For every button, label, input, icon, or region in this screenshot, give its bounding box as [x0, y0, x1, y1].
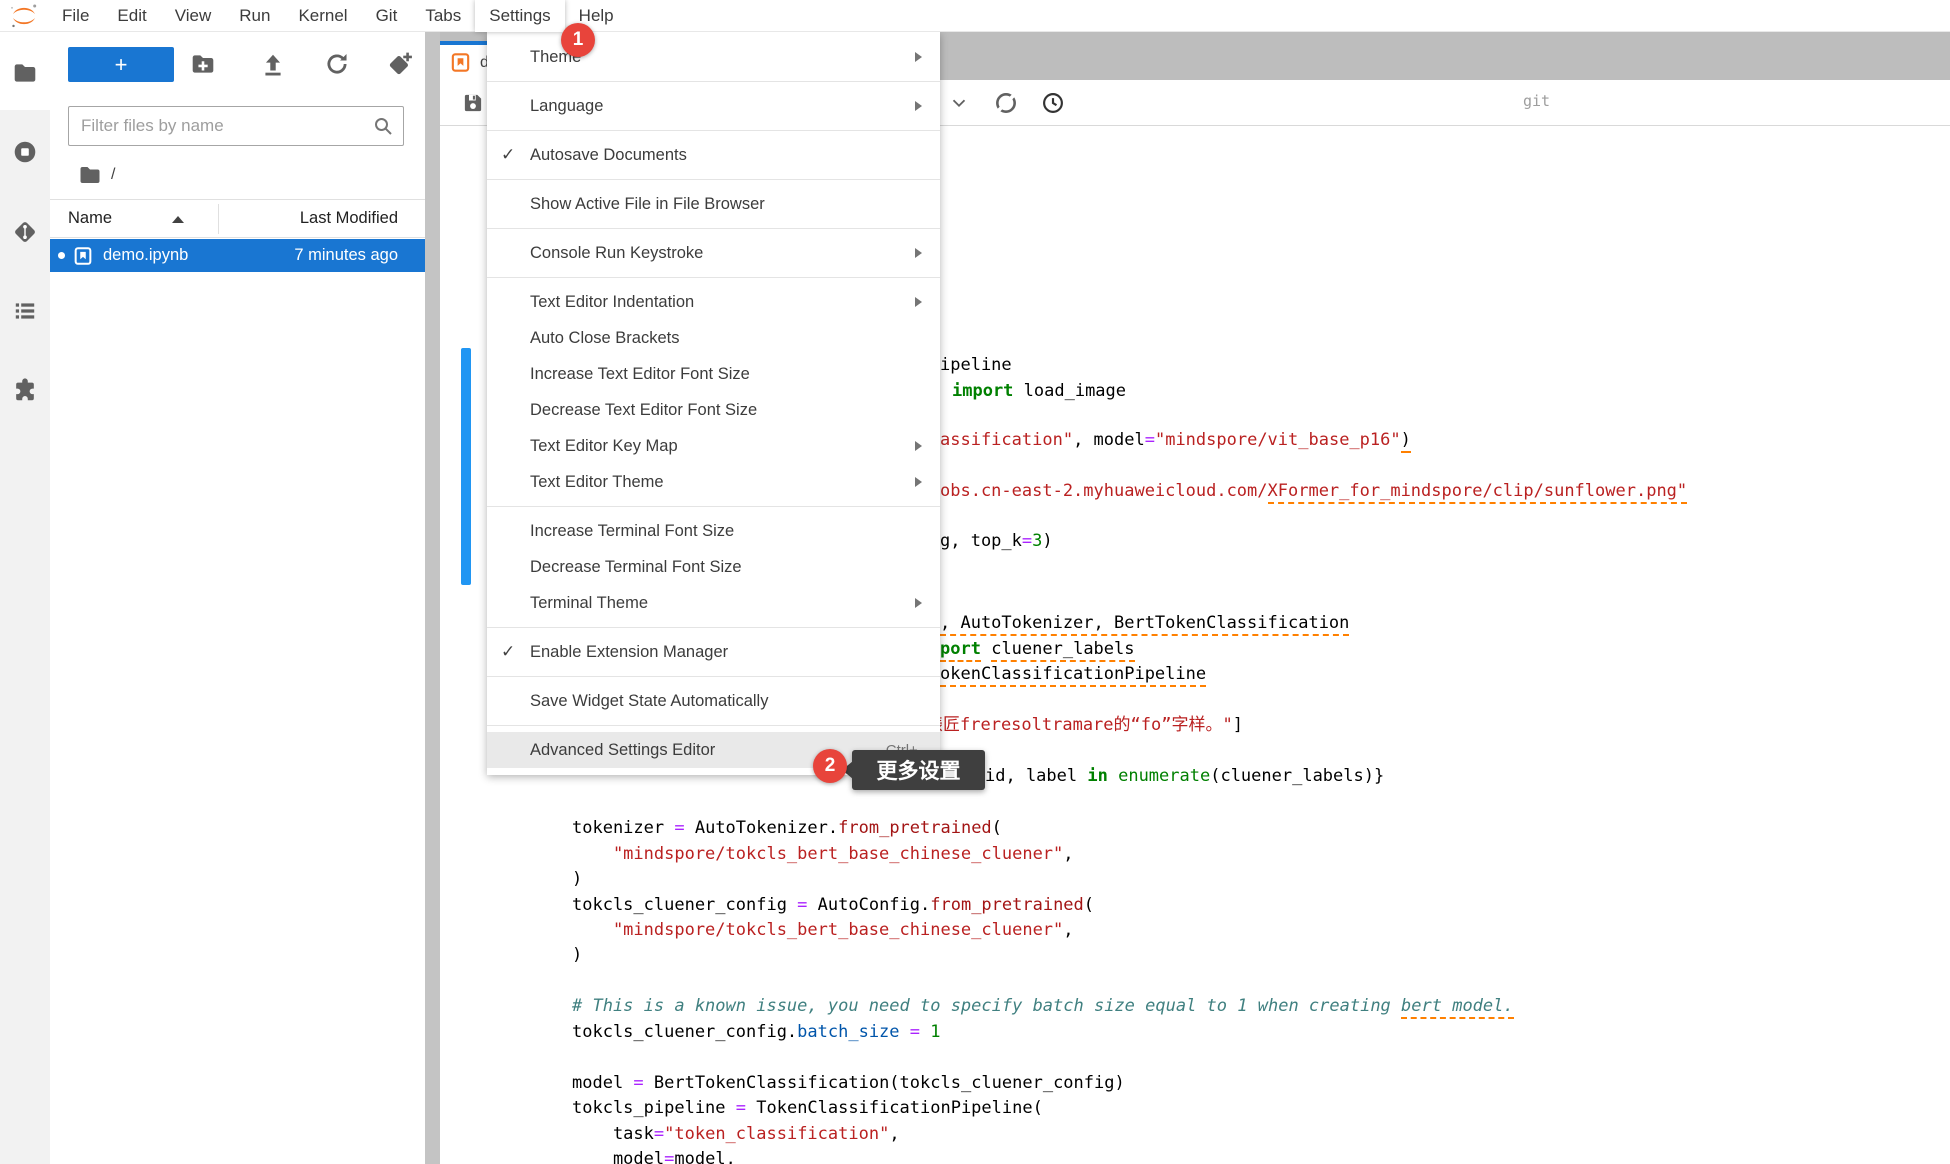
menu-item-label: Increase Terminal Font Size [530, 522, 734, 541]
step-badge-2: 2 [813, 749, 847, 783]
menu-item-label: Text Editor Indentation [530, 293, 694, 312]
code-line: "mindspore/tokcls_bert_base_chinese_clue… [572, 844, 1074, 865]
menubar-item-kernel[interactable]: Kernel [284, 0, 361, 32]
menu-item-increase-text-editor-font-size[interactable]: Increase Text Editor Font Size [487, 356, 940, 392]
submenu-arrow-icon [915, 477, 922, 487]
menubar-item-git[interactable]: Git [362, 0, 412, 32]
menu-item-label: Increase Text Editor Font Size [530, 365, 750, 384]
submenu-arrow-icon [915, 441, 922, 451]
menubar-item-view[interactable]: View [161, 0, 226, 32]
menubar-items: FileEditViewRunKernelGitTabsSettingsHelp [48, 0, 628, 32]
jupyterlab-window: ipeline import load_image assification", m… [0, 0, 1950, 1164]
code-line: tokcls_cluener_config = AutoConfig.from_… [572, 895, 1094, 916]
menu-item-label: Show Active File in File Browser [530, 195, 765, 214]
menu-divider [487, 81, 940, 82]
code-line: ipeline [940, 355, 1012, 376]
menu-divider [487, 179, 940, 180]
menu-item-auto-close-brackets[interactable]: Auto Close Brackets [487, 320, 940, 356]
menu-item-enable-extension-manager[interactable]: ✓ Enable Extension Manager [487, 634, 940, 670]
tooltip-text: 更多设置 [877, 755, 961, 785]
settings-menu: Theme Language ✓ Autosave Documents Show Act… [487, 32, 940, 775]
checkmark-icon: ✓ [501, 642, 525, 662]
code-line: "mindspore/tokcls_bert_base_chinese_clue… [572, 920, 1074, 941]
code-line: # This is a known issue, you need to spe… [572, 996, 1514, 1017]
code-line: model=model, [572, 1149, 736, 1164]
code-line: import load_image [952, 381, 1126, 402]
menu-divider [487, 725, 940, 726]
menu-item-label: Enable Extension Manager [530, 643, 728, 662]
menu-divider [487, 228, 940, 229]
submenu-arrow-icon [915, 598, 922, 608]
submenu-arrow-icon [915, 52, 922, 62]
code-line: tokcls_cluener_config.batch_size = 1 [572, 1022, 941, 1043]
step-badge-1: 1 [561, 23, 595, 57]
code-line: okenClassificationPipeline [940, 664, 1206, 685]
code-line: tokcls_pipeline = TokenClassificationPip… [572, 1098, 1043, 1119]
menu-item-autosave-documents[interactable]: ✓ Autosave Documents [487, 137, 940, 173]
code-line: ) [572, 869, 582, 890]
code-line: tokenizer = AutoTokenizer.from_pretraine… [572, 818, 1002, 839]
code-line: task="token_classification", [572, 1124, 900, 1145]
menu-item-label: Autosave Documents [530, 146, 687, 165]
menu-divider [487, 676, 940, 677]
menu-item-save-widget-state-automatically[interactable]: Save Widget State Automatically [487, 683, 940, 719]
submenu-arrow-icon [915, 297, 922, 307]
menu-divider [487, 277, 940, 278]
menu-divider [487, 130, 940, 131]
menu-item-decrease-terminal-font-size[interactable]: Decrease Terminal Font Size [487, 549, 940, 585]
jupyter-logo-icon [8, 0, 40, 32]
code-line: , AutoTokenizer, BertTokenClassification [940, 613, 1349, 634]
menu-item-text-editor-indentation[interactable]: Text Editor Indentation [487, 284, 940, 320]
menu-item-label: Decrease Terminal Font Size [530, 558, 742, 577]
code-line: obs.cn-east-2.myhuaweicloud.com/XFormer_… [940, 481, 1687, 502]
menu-item-text-editor-theme[interactable]: Text Editor Theme [487, 464, 940, 500]
submenu-arrow-icon [915, 101, 922, 111]
menu-divider [487, 506, 940, 507]
menu-item-label: Advanced Settings Editor [530, 741, 715, 760]
code-line: 裱匠freresoltramare的“fo”字样。"] [926, 715, 1243, 736]
menubar: FileEditViewRunKernelGitTabsSettingsHelp [0, 0, 1950, 32]
checkmark-icon: ✓ [501, 145, 525, 165]
notebook-code-editor[interactable]: ipeline import load_image assification", m… [0, 0, 1950, 1164]
active-cell-indicator[interactable] [461, 348, 471, 585]
code-line: port cluener_labels [940, 639, 1135, 660]
menu-divider [487, 627, 940, 628]
menu-item-decrease-text-editor-font-size[interactable]: Decrease Text Editor Font Size [487, 392, 940, 428]
menubar-item-file[interactable]: File [48, 0, 103, 32]
menu-item-show-active-file-in-file-browser[interactable]: Show Active File in File Browser [487, 186, 940, 222]
code-line: model = BertTokenClassification(tokcls_c… [572, 1073, 1125, 1094]
code-line: id, label in enumerate(cluener_labels)} [985, 766, 1384, 787]
menu-item-label: Text Editor Key Map [530, 437, 678, 456]
menu-item-label: Decrease Text Editor Font Size [530, 401, 757, 420]
code-line: ) [572, 945, 582, 966]
menubar-item-run[interactable]: Run [225, 0, 284, 32]
menu-item-language[interactable]: Language [487, 88, 940, 124]
menu-item-terminal-theme[interactable]: Terminal Theme [487, 585, 940, 621]
menu-item-label: Terminal Theme [530, 594, 648, 613]
menu-item-theme[interactable]: Theme [487, 39, 940, 75]
menu-item-label: Text Editor Theme [530, 473, 664, 492]
menubar-item-settings[interactable]: Settings [475, 0, 564, 32]
menu-item-text-editor-key-map[interactable]: Text Editor Key Map [487, 428, 940, 464]
menu-item-label: Language [530, 97, 603, 116]
menu-item-label: Console Run Keystroke [530, 244, 703, 263]
menubar-item-edit[interactable]: Edit [103, 0, 160, 32]
menu-item-label: Save Widget State Automatically [530, 692, 768, 711]
menu-item-console-run-keystroke[interactable]: Console Run Keystroke [487, 235, 940, 271]
submenu-arrow-icon [915, 248, 922, 258]
menu-item-label: Auto Close Brackets [530, 329, 679, 348]
menubar-item-tabs[interactable]: Tabs [411, 0, 475, 32]
code-line: g, top_k=3) [940, 531, 1053, 552]
code-line: assification", model="mindspore/vit_base… [940, 430, 1411, 451]
annotation-tooltip: 更多设置 [852, 750, 985, 790]
menu-item-increase-terminal-font-size[interactable]: Increase Terminal Font Size [487, 513, 940, 549]
